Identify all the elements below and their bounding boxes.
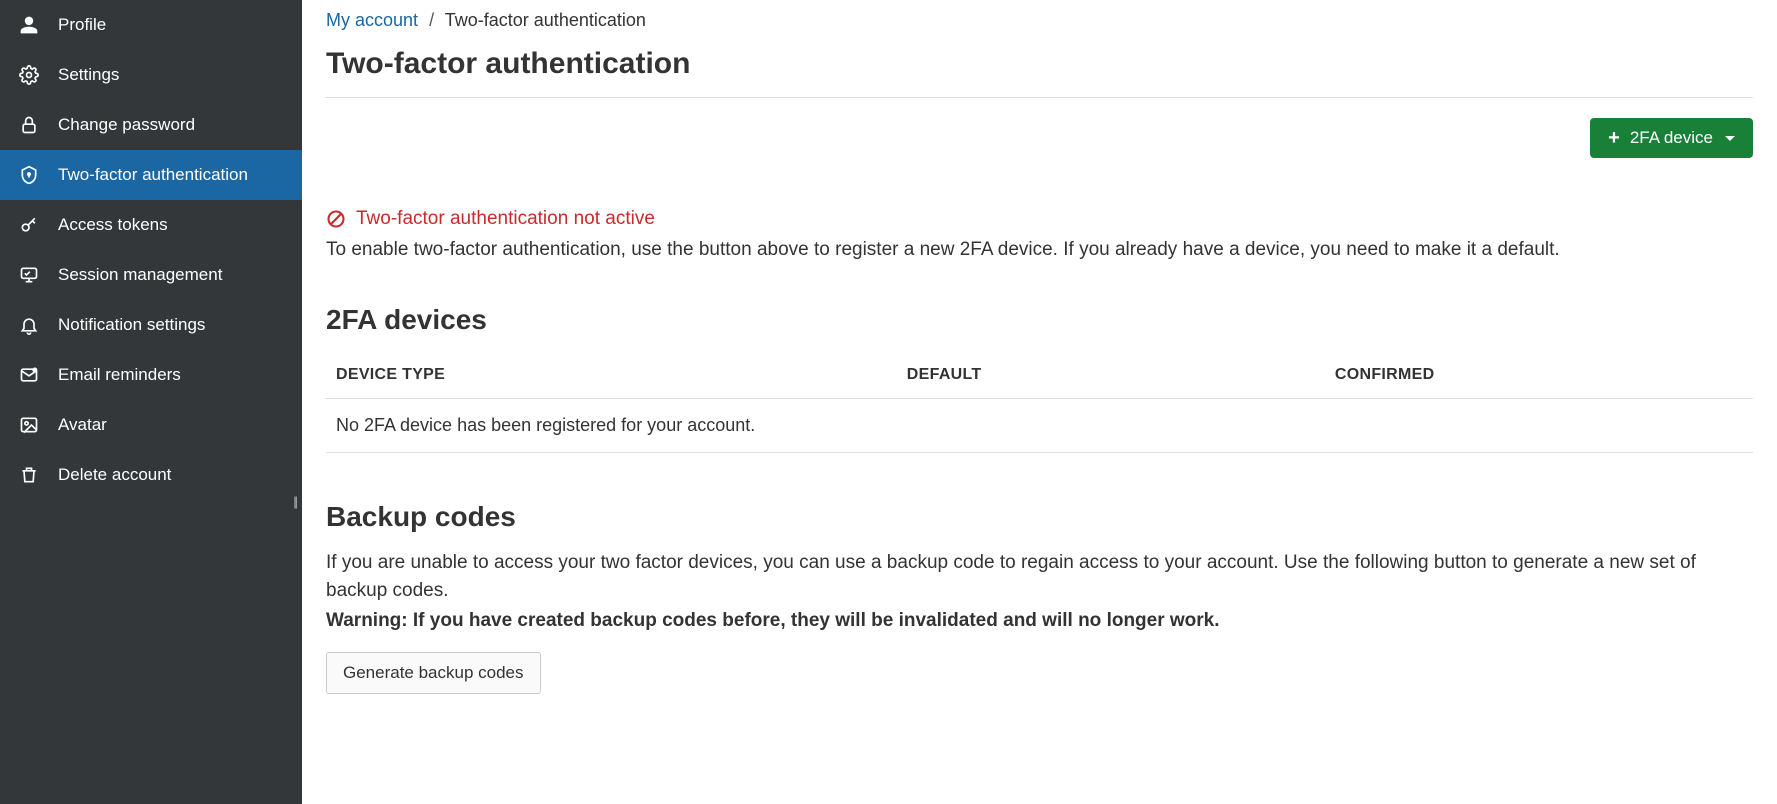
sidebar-item-access-tokens[interactable]: Access tokens (0, 200, 302, 250)
sidebar-item-label: Avatar (58, 415, 107, 435)
title-divider (326, 97, 1753, 98)
sidebar-item-label: Two-factor authentication (58, 165, 248, 185)
prohibited-icon (326, 209, 346, 229)
sidebar-item-label: Profile (58, 15, 106, 35)
generate-backup-codes-button[interactable]: Generate backup codes (326, 652, 541, 694)
chevron-down-icon (1725, 136, 1735, 141)
sidebar: Profile Settings Change password Two-fac… (0, 0, 302, 804)
breadcrumb-parent-link[interactable]: My account (326, 10, 418, 30)
sidebar-item-label: Settings (58, 65, 119, 85)
devices-heading: 2FA devices (326, 304, 1753, 336)
sidebar-item-label: Delete account (58, 465, 171, 485)
sidebar-collapse-handle[interactable]: || (293, 494, 296, 509)
sidebar-item-label: Access tokens (58, 215, 168, 235)
sidebar-item-label: Email reminders (58, 365, 181, 385)
sidebar-item-two-factor[interactable]: Two-factor authentication (0, 150, 302, 200)
envelope-icon (18, 364, 40, 386)
image-icon (18, 414, 40, 436)
main-content: My account / Two-factor authentication T… (302, 0, 1777, 804)
status-not-active: Two-factor authentication not active (326, 208, 1753, 230)
col-device-type: DEVICE TYPE (326, 352, 897, 399)
toolbar: + 2FA device (326, 118, 1753, 158)
backup-codes-warning: Warning: If you have created backup code… (326, 610, 1753, 632)
col-confirmed: CONFIRMED (1325, 352, 1753, 399)
col-default: DEFAULT (897, 352, 1325, 399)
sidebar-item-label: Notification settings (58, 315, 205, 335)
shield-icon (18, 164, 40, 186)
breadcrumb-current: Two-factor authentication (445, 10, 646, 30)
bell-icon (18, 314, 40, 336)
add-device-button-label: 2FA device (1630, 128, 1713, 148)
status-help-text: To enable two-factor authentication, use… (326, 236, 1753, 264)
sidebar-item-label: Change password (58, 115, 195, 135)
sidebar-item-label: Session management (58, 265, 222, 285)
breadcrumb-separator: / (429, 10, 434, 30)
backup-codes-description: If you are unable to access your two fac… (326, 549, 1753, 606)
sidebar-item-notification-settings[interactable]: Notification settings (0, 300, 302, 350)
key-icon (18, 214, 40, 236)
monitor-icon (18, 264, 40, 286)
lock-icon (18, 114, 40, 136)
add-2fa-device-button[interactable]: + 2FA device (1590, 118, 1753, 158)
trash-icon (18, 464, 40, 486)
sidebar-item-delete-account[interactable]: Delete account (0, 450, 302, 500)
sidebar-item-session-management[interactable]: Session management (0, 250, 302, 300)
gear-icon (18, 64, 40, 86)
sidebar-item-settings[interactable]: Settings (0, 50, 302, 100)
table-empty-row: No 2FA device has been registered for yo… (326, 398, 1753, 452)
table-header-row: DEVICE TYPE DEFAULT CONFIRMED (326, 352, 1753, 399)
page-title: Two-factor authentication (326, 47, 1753, 81)
user-icon (18, 14, 40, 36)
status-text: Two-factor authentication not active (356, 208, 655, 230)
sidebar-item-profile[interactable]: Profile (0, 0, 302, 50)
table-empty-message: No 2FA device has been registered for yo… (326, 398, 1753, 452)
plus-icon: + (1608, 128, 1620, 148)
sidebar-item-avatar[interactable]: Avatar (0, 400, 302, 450)
devices-table: DEVICE TYPE DEFAULT CONFIRMED No 2FA dev… (326, 352, 1753, 453)
backup-codes-heading: Backup codes (326, 501, 1753, 533)
sidebar-item-email-reminders[interactable]: Email reminders (0, 350, 302, 400)
sidebar-item-change-password[interactable]: Change password (0, 100, 302, 150)
breadcrumb: My account / Two-factor authentication (326, 10, 1753, 31)
